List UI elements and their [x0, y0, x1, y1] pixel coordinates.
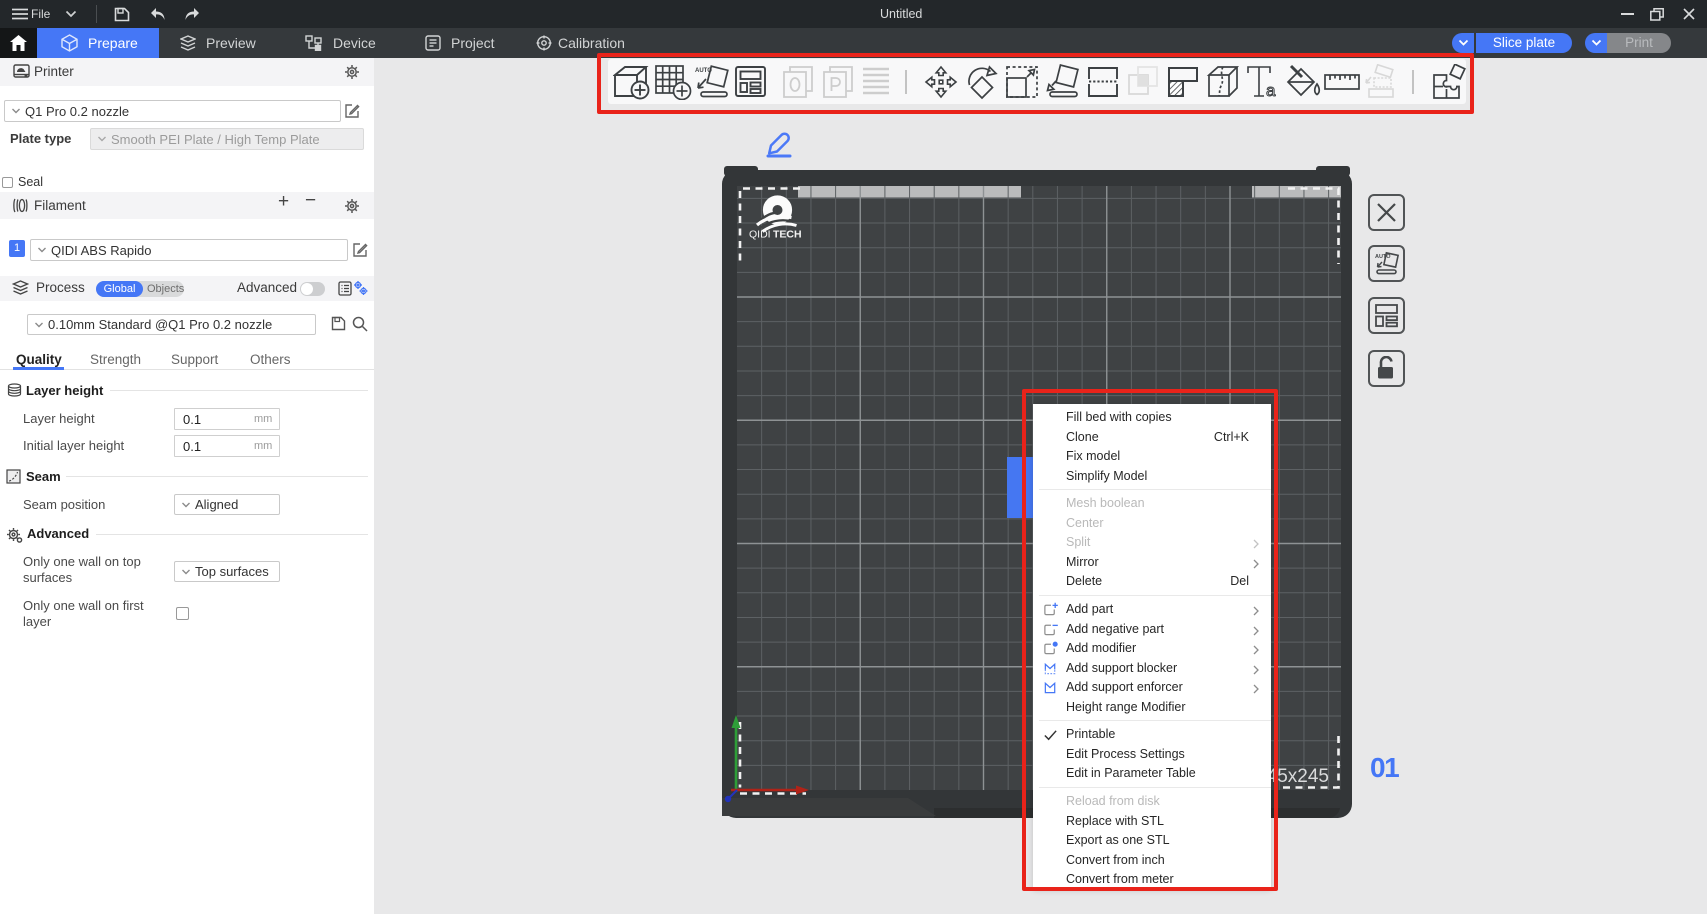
svg-text:QIDI: QIDI [749, 229, 771, 241]
svg-text:AUTO: AUTO [1375, 254, 1391, 260]
svg-text:TECH: TECH [773, 229, 802, 241]
